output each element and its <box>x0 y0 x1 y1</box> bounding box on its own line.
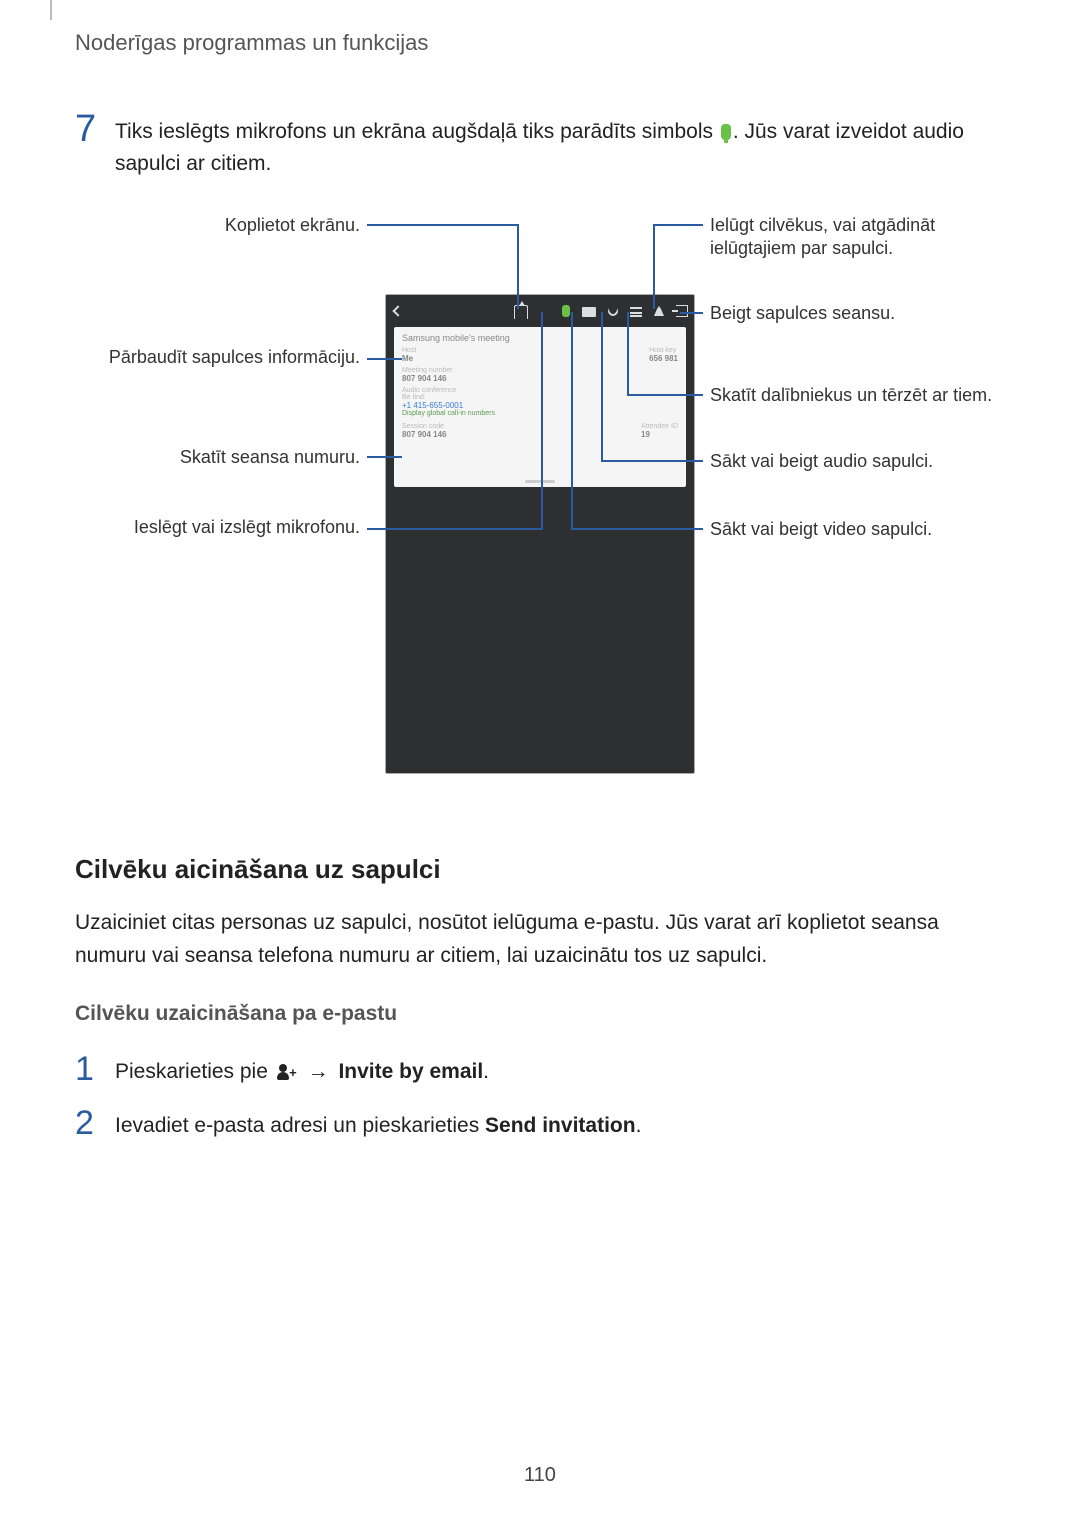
step2-after: . <box>636 1114 642 1137</box>
back-icon <box>392 305 403 316</box>
mic-icon <box>721 124 731 140</box>
arrow-icon: → <box>308 1060 329 1083</box>
person-plus-icon: + <box>277 1064 295 1082</box>
sess-val: 807 904 146 <box>402 430 447 439</box>
callout-end-session: Beigt sapulces seansu. <box>710 302 1010 325</box>
toolbar-mic-icon <box>562 305 570 317</box>
callout-check-info: Pārbaudīt sapulces informāciju. <box>75 346 360 369</box>
leader-line <box>367 224 517 226</box>
section-header: Noderīgas programmas un funkcijas <box>75 30 1005 56</box>
phone-number: +1 415-655-0001 <box>402 401 678 410</box>
meeting-title: Samsung mobile's meeting <box>402 333 678 343</box>
step-1: 1 Pieskarieties pie + → Invite by email. <box>75 1056 1005 1088</box>
heading-invite-people: Cilvēku aicināšana uz sapulci <box>75 854 1005 885</box>
global-link: Display global call-in numbers <box>402 410 678 417</box>
step-7-text: Tiks ieslēgts mikrofons un ekrāna augšda… <box>115 116 1005 179</box>
page-content: Noderīgas programmas un funkcijas 7 Tiks… <box>0 0 1080 1141</box>
att-label: Attendee ID <box>641 423 678 430</box>
toolbar-right-icons <box>562 305 688 317</box>
leader-line <box>541 312 543 530</box>
leader-line <box>367 358 402 360</box>
aconf-label: Audio conference <box>402 387 678 394</box>
step-number-2: 2 <box>75 1106 115 1140</box>
sess-label: Session code <box>402 423 447 430</box>
step2-before: Ievadiet e-pasta adresi un pieskarieties <box>115 1114 485 1137</box>
step1-after: . <box>483 1060 489 1083</box>
invite-paragraph: Uzaiciniet citas personas uz sapulci, no… <box>75 907 1005 972</box>
step1-bold: Invite by email <box>338 1060 483 1083</box>
leader-line <box>680 312 703 314</box>
device-screenshot: Samsung mobile's meeting HostMe Host key… <box>385 294 695 774</box>
toolbar-phone-icon <box>606 304 620 318</box>
leader-line <box>601 460 703 462</box>
leader-line <box>517 224 519 309</box>
callout-share-screen: Koplietot ekrānu. <box>75 214 360 237</box>
host-val: Me <box>402 354 416 363</box>
mnum-val: 807 904 146 <box>402 374 678 383</box>
leader-line <box>571 312 573 530</box>
device-toolbar <box>386 305 694 325</box>
leader-line <box>653 224 703 226</box>
toolbar-invite-icon <box>654 306 664 316</box>
leader-line <box>653 224 655 309</box>
leader-line <box>601 312 603 462</box>
drag-handle <box>525 480 555 483</box>
step1-before: Pieskarieties pie <box>115 1060 274 1083</box>
toolbar-camera-icon <box>582 307 596 317</box>
step-number-7: 7 <box>75 110 115 148</box>
leader-line <box>627 394 703 396</box>
step-number-1: 1 <box>75 1052 115 1086</box>
step2-bold: Send invitation <box>485 1114 636 1137</box>
callout-audio: Sākt vai beigt audio sapulci. <box>710 450 1010 473</box>
top-rule-decor <box>50 0 52 20</box>
callout-video: Sākt vai beigt video sapulci. <box>710 518 1010 541</box>
step7-text-before: Tiks ieslēgts mikrofons un ekrāna augšda… <box>115 120 719 143</box>
callout-invite: Ielūgt cilvēkus, vai atgādināt ielūgtaji… <box>710 214 1010 261</box>
callout-mic-toggle: Ieslēgt vai izslēgt mikrofonu. <box>75 516 360 539</box>
diagram: Koplietot ekrānu. Pārbaudīt sapulces inf… <box>75 214 1005 804</box>
step-1-text: Pieskarieties pie + → Invite by email. <box>115 1056 489 1088</box>
heading-invite-email: Cilvēku uzaicināšana pa e-pastu <box>75 1002 1005 1026</box>
leader-line <box>627 312 629 396</box>
step-7: 7 Tiks ieslēgts mikrofons un ekrāna augš… <box>75 116 1005 179</box>
meeting-info-card: Samsung mobile's meeting HostMe Host key… <box>394 327 686 487</box>
toolbar-exit-icon <box>676 305 688 317</box>
callout-session-number: Skatīt seansa numuru. <box>75 446 360 469</box>
leader-line <box>367 528 541 530</box>
hostkey-val: 656 981 <box>649 354 678 363</box>
hostkey-label: Host key <box>649 347 678 354</box>
callout-participants: Skatīt dalībniekus un tērzēt ar tiem. <box>710 384 1010 407</box>
leader-line <box>367 456 402 458</box>
host-label: Host <box>402 347 416 354</box>
toolbar-participants-icon <box>630 307 642 317</box>
leader-line <box>571 528 703 530</box>
mnum-label: Meeting number <box>402 367 678 374</box>
att-val: 19 <box>641 430 678 439</box>
step-2-text: Ievadiet e-pasta adresi un pieskarieties… <box>115 1110 641 1142</box>
page-number: 110 <box>0 1464 1080 1487</box>
step-2: 2 Ievadiet e-pasta adresi un pieskarieti… <box>75 1110 1005 1142</box>
